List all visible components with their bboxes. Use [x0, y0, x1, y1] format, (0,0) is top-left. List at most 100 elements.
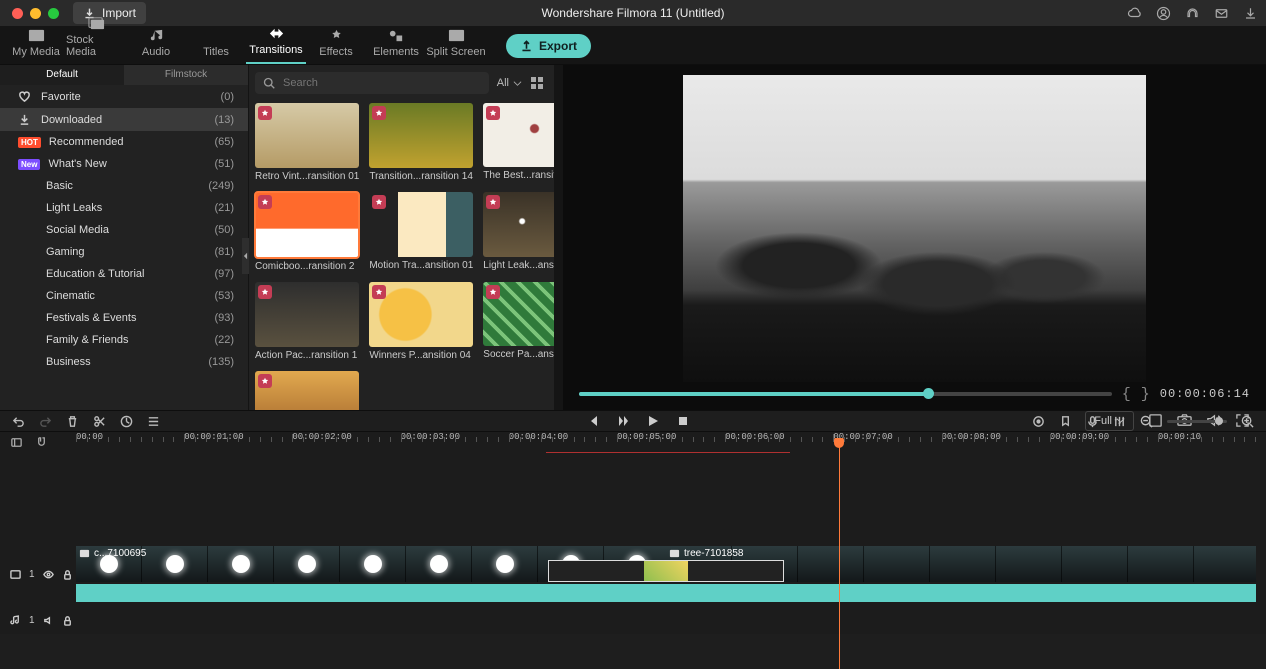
grid-view-button[interactable] — [530, 76, 544, 90]
premium-badge-icon — [372, 285, 386, 299]
zoom-out-button[interactable] — [1140, 415, 1153, 428]
premium-badge-icon — [258, 285, 272, 299]
mail-icon[interactable] — [1214, 6, 1229, 21]
undo-button[interactable] — [12, 415, 25, 428]
lock-icon[interactable] — [62, 569, 73, 580]
speed-button[interactable] — [120, 415, 133, 428]
category-family-friends[interactable]: Family & Friends(22) — [0, 329, 248, 351]
app-title: Wondershare Filmora 11 (Untitled) — [0, 6, 1266, 20]
tab-transitions[interactable]: Transitions — [246, 23, 306, 64]
subtab-filmstock[interactable]: Filmstock — [124, 65, 248, 85]
transition-clip[interactable] — [548, 560, 784, 582]
titlebar-right — [1127, 6, 1258, 21]
category-education-tutorial[interactable]: Education & Tutorial(97) — [0, 263, 248, 285]
close-window-button[interactable] — [12, 8, 23, 19]
lock-icon[interactable] — [62, 615, 73, 626]
category-basic[interactable]: Basic(249) — [0, 175, 248, 197]
premium-badge-icon — [372, 106, 386, 120]
premium-badge-icon — [486, 106, 500, 120]
category-festivals-events[interactable]: Festivals & Events(93) — [0, 307, 248, 329]
mark-out-icon[interactable]: } — [1141, 386, 1150, 403]
category-recommended[interactable]: HOTRecommended(65) — [0, 131, 248, 153]
list-button[interactable] — [147, 415, 160, 428]
category-gaming[interactable]: Gaming(81) — [0, 241, 248, 263]
tab-split-screen[interactable]: Split Screen — [426, 25, 486, 64]
play-pause-button[interactable] — [617, 415, 629, 427]
transition-item[interactable]: Comicboo...ransition 2 — [255, 192, 359, 271]
speaker-icon[interactable] — [43, 615, 54, 626]
export-button[interactable]: Export — [506, 34, 591, 58]
main-tabs: My Media Stock Media Audio Titles Transi… — [0, 27, 1266, 65]
redo-button[interactable] — [39, 415, 52, 428]
transition-item[interactable]: Transition...ransition 14 — [369, 103, 473, 182]
subtab-default[interactable]: Default — [0, 65, 124, 85]
premium-badge-icon — [258, 106, 272, 120]
transition-item[interactable]: Light Leak...ansition 11 — [483, 192, 554, 271]
category-business[interactable]: Business(135) — [0, 351, 248, 373]
tab-my-media[interactable]: My Media — [6, 25, 66, 64]
transition-item[interactable]: Soccer Pa...ansition 02 — [483, 282, 554, 361]
tab-titles[interactable]: Titles — [186, 25, 246, 64]
preview-panel: { } 00:00:06:14 Full — [563, 65, 1266, 410]
category-list: Favorite(0)Downloaded(13)HOTRecommended(… — [0, 85, 248, 410]
render-preview-button[interactable] — [1032, 415, 1045, 428]
account-icon[interactable] — [1156, 6, 1171, 21]
category-panel: Default Filmstock Favorite(0)Downloaded(… — [0, 65, 249, 410]
music-icon — [10, 615, 21, 626]
filter-all-dropdown[interactable]: All — [497, 77, 522, 89]
premium-badge-icon — [258, 374, 272, 388]
audio-track-lane[interactable] — [76, 606, 1266, 634]
transition-item[interactable]: Thanksgivi...nsition 05 — [255, 371, 359, 410]
delete-button[interactable] — [66, 415, 79, 428]
transition-item[interactable]: Action Pac...ransition 1 — [255, 282, 359, 361]
video-track-header[interactable]: 1 — [0, 546, 76, 602]
minimize-window-button[interactable] — [30, 8, 41, 19]
transition-item[interactable]: Retro Vint...ransition 01 — [255, 103, 359, 182]
category-social-media[interactable]: Social Media(50) — [0, 219, 248, 241]
search-field[interactable] — [281, 76, 481, 90]
tab-audio[interactable]: Audio — [126, 25, 186, 64]
search-icon — [263, 77, 275, 89]
category-favorite[interactable]: Favorite(0) — [0, 85, 248, 108]
category-what-s-new[interactable]: NewWhat's New(51) — [0, 153, 248, 175]
voiceover-button[interactable] — [1086, 415, 1099, 428]
video-track-lane[interactable]: c...7100695 tree-7101858 — [76, 546, 1266, 602]
save-icon[interactable] — [1243, 6, 1258, 21]
export-icon — [520, 39, 533, 52]
stop-button[interactable] — [677, 415, 689, 427]
seek-slider[interactable] — [579, 392, 1112, 396]
eye-icon[interactable] — [43, 569, 54, 580]
preview-frame[interactable] — [683, 75, 1146, 382]
chevron-down-icon — [513, 79, 522, 88]
audio-track-header[interactable]: 1 — [0, 606, 76, 634]
tab-effects[interactable]: Effects — [306, 25, 366, 64]
transition-item[interactable]: Motion Tra...ansition 01 — [369, 192, 473, 271]
preview-viewport — [563, 65, 1266, 382]
category-light-leaks[interactable]: Light Leaks(21) — [0, 197, 248, 219]
video-track-1: 1 c...7100695 tree-7101858 — [0, 546, 1266, 602]
mixer-button[interactable] — [1113, 415, 1126, 428]
split-button[interactable] — [93, 415, 106, 428]
category-downloaded[interactable]: Downloaded(13) — [0, 108, 248, 131]
tab-stock-media[interactable]: Stock Media — [66, 13, 126, 64]
zoom-slider[interactable] — [1167, 420, 1227, 423]
search-input[interactable] — [255, 72, 489, 94]
maximize-window-button[interactable] — [48, 8, 59, 19]
premium-badge-icon — [486, 285, 500, 299]
premium-badge-icon — [486, 195, 500, 209]
collapse-sidebar-button[interactable] — [242, 238, 249, 274]
tab-elements[interactable]: Elements — [366, 25, 426, 64]
mark-in-icon[interactable]: { — [1122, 386, 1131, 403]
timeline-ruler[interactable]: 00:0000:00:01:0000:00:02:0000:00:03:0000… — [0, 432, 1266, 456]
prev-frame-button[interactable] — [587, 415, 599, 427]
marker-button[interactable] — [1059, 415, 1072, 428]
audio-track-1: 1 — [0, 606, 1266, 634]
support-icon[interactable] — [1185, 6, 1200, 21]
zoom-in-button[interactable] — [1241, 415, 1254, 428]
transition-item[interactable]: Winners P...ansition 04 — [369, 282, 473, 361]
category-cinematic[interactable]: Cinematic(53) — [0, 285, 248, 307]
cloud-icon[interactable] — [1127, 6, 1142, 21]
transition-item[interactable]: The Best...ransition 03 — [483, 103, 554, 182]
play-button[interactable] — [647, 415, 659, 427]
window-controls — [0, 8, 59, 19]
